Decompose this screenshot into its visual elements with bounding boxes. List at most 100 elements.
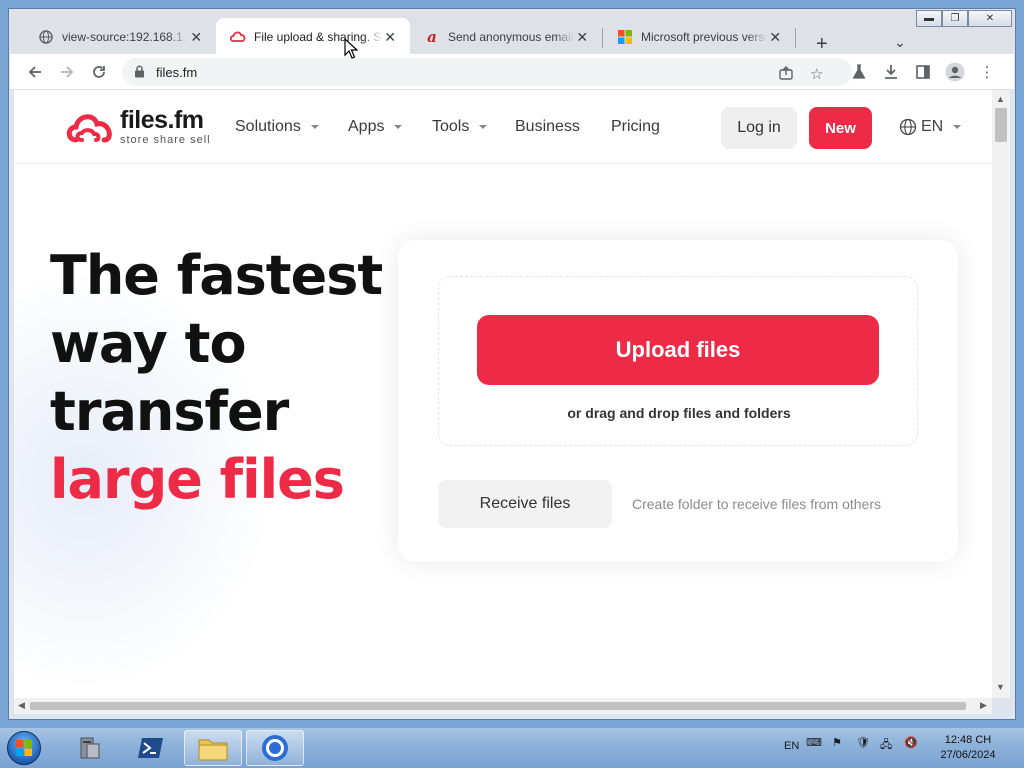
browser-window: view-source:192.168.1.1 ✕ File upload & … [0,0,1024,728]
files-fm-cloud-icon [66,114,112,143]
login-button[interactable]: Log in [721,107,797,149]
vertical-scroll-thumb[interactable] [995,108,1007,142]
tab-title: Send anonymous email [448,30,574,44]
anonymous-email-icon: a [427,28,437,46]
drop-zone[interactable]: Upload files or drag and drop files and … [438,276,918,446]
keyboard-icon[interactable]: ⌨ [806,736,822,749]
nav-label: Pricing [611,118,660,135]
volume-muted-icon[interactable]: 🔇 [904,736,918,749]
reload-button[interactable] [88,61,110,83]
tab-anonymous-email[interactable]: a Send anonymous email ✕ [410,18,602,56]
tab-close-icon[interactable]: ✕ [382,29,398,46]
minimize-button[interactable]: ▬ [916,10,942,27]
hero-line: transfer [50,380,289,443]
forward-button[interactable] [56,61,78,83]
caret-down-icon [394,125,403,129]
browser-toolbar: files.fm ☆ ⋮ [10,54,1014,90]
receive-files-button[interactable]: Receive files [438,480,612,528]
action-center-flag-icon[interactable]: ⚑ [832,736,842,749]
nav-label: Tools [432,118,470,135]
labs-flask-icon[interactable] [848,61,870,83]
tab-strip: view-source:192.168.1.1 ✕ File upload & … [10,10,1014,56]
profile-avatar-icon[interactable] [944,61,966,83]
upload-files-button[interactable]: Upload files [477,315,879,385]
tab-close-icon[interactable]: ✕ [574,29,590,46]
share-icon[interactable] [778,65,794,85]
clock-date: 27/06/2024 [940,749,996,761]
globe-icon [38,29,54,45]
tab-title: File upload & sharing. Send [254,30,382,44]
address-bar[interactable]: files.fm ☆ [122,58,852,86]
caret-down-icon [310,125,319,129]
taskbar-powershell[interactable] [122,730,180,766]
bookmark-star-icon[interactable]: ☆ [810,65,823,83]
hero-line: The fastest [50,244,383,307]
files-fm-logo[interactable]: files.fm store share sell [66,108,211,146]
language-selector[interactable]: EN [899,118,962,136]
upload-card: Upload files or drag and drop files and … [398,240,958,562]
taskbar: EN ⌨ ⚑ 🛡 🖧 🔇 12:48 CH 27/06/2024 [0,728,1024,768]
download-icon[interactable] [880,61,902,83]
menu-kebab-icon[interactable]: ⋮ [976,61,998,83]
nav-pricing[interactable]: Pricing [611,118,660,136]
hero-line: way to [50,312,247,375]
nav-business[interactable]: Business [515,118,580,136]
network-icon[interactable]: 🖧 [880,736,892,755]
powershell-icon [138,738,163,758]
tab-close-icon[interactable]: ✕ [188,29,204,46]
maximize-button[interactable]: ❐ [942,10,968,27]
caret-down-icon [953,125,962,129]
scroll-up-arrow-icon[interactable]: ▲ [996,94,1005,104]
scroll-down-arrow-icon[interactable]: ▼ [996,682,1005,692]
scroll-left-arrow-icon[interactable]: ◀ [18,700,25,711]
site-header: files.fm store share sell Solutions Apps… [14,90,992,164]
caret-down-icon [479,125,488,129]
scroll-right-arrow-icon[interactable]: ▶ [980,700,987,711]
close-window-button[interactable]: ✕ [968,10,1012,27]
nav-apps[interactable]: Apps [348,118,403,136]
window-controls: ▬ ❐ ✕ [916,10,1012,27]
taskbar-server-manager[interactable] [60,730,118,766]
nav-label: Apps [348,118,385,135]
horizontal-scrollbar[interactable]: ◀ ▶ [14,698,992,714]
hero-heading: The fastest way to transfer large files [50,242,383,514]
lock-icon[interactable] [134,65,145,83]
input-language[interactable]: EN [784,740,799,752]
chrome-icon [262,735,288,761]
tab-title: Microsoft previous versions [641,30,768,44]
tab-separator [795,28,796,48]
start-button[interactable] [4,729,44,767]
microsoft-icon [617,29,633,45]
tab-close-icon[interactable]: ✕ [767,29,783,46]
globe-icon [899,118,917,136]
taskbar-explorer[interactable] [184,730,242,766]
language-label: EN [921,118,944,135]
tab-title: view-source:192.168.1.1 [62,30,189,44]
windows-logo-icon [7,731,41,765]
update-shield-icon[interactable]: 🛡 [856,736,870,749]
drop-hint: or drag and drop files and folders [567,405,791,421]
horizontal-scroll-thumb[interactable] [30,702,966,710]
tab-microsoft[interactable]: Microsoft previous versions ✕ [603,18,795,56]
url-text: files.fm [156,65,198,80]
nav-label: Business [515,118,580,135]
nav-tools[interactable]: Tools [432,118,488,136]
tab-view-source[interactable]: view-source:192.168.1.1 ✕ [24,18,216,56]
system-clock[interactable]: 12:48 CH 27/06/2024 [928,733,1008,763]
folder-icon [198,739,228,761]
tab-files-fm[interactable]: File upload & sharing. Send ✕ [216,18,410,56]
new-tab-button[interactable]: + [816,34,828,54]
clock-time: 12:48 CH [944,734,992,746]
logo-tagline: store share sell [120,134,211,146]
new-button[interactable]: New [809,107,872,149]
mouse-cursor-icon [344,37,359,65]
files-fm-cloud-icon [230,29,246,45]
tab-search-chevron-icon[interactable]: ⌄ [894,34,906,51]
nav-solutions[interactable]: Solutions [235,118,319,136]
back-button[interactable] [24,61,46,83]
logo-name: files.fm [120,106,204,134]
taskbar-chrome[interactable] [246,730,304,766]
side-panel-icon[interactable] [912,61,934,83]
vertical-scrollbar[interactable]: ▲ ▼ [992,90,1010,698]
page-viewport: files.fm store share sell Solutions Apps… [14,90,992,698]
